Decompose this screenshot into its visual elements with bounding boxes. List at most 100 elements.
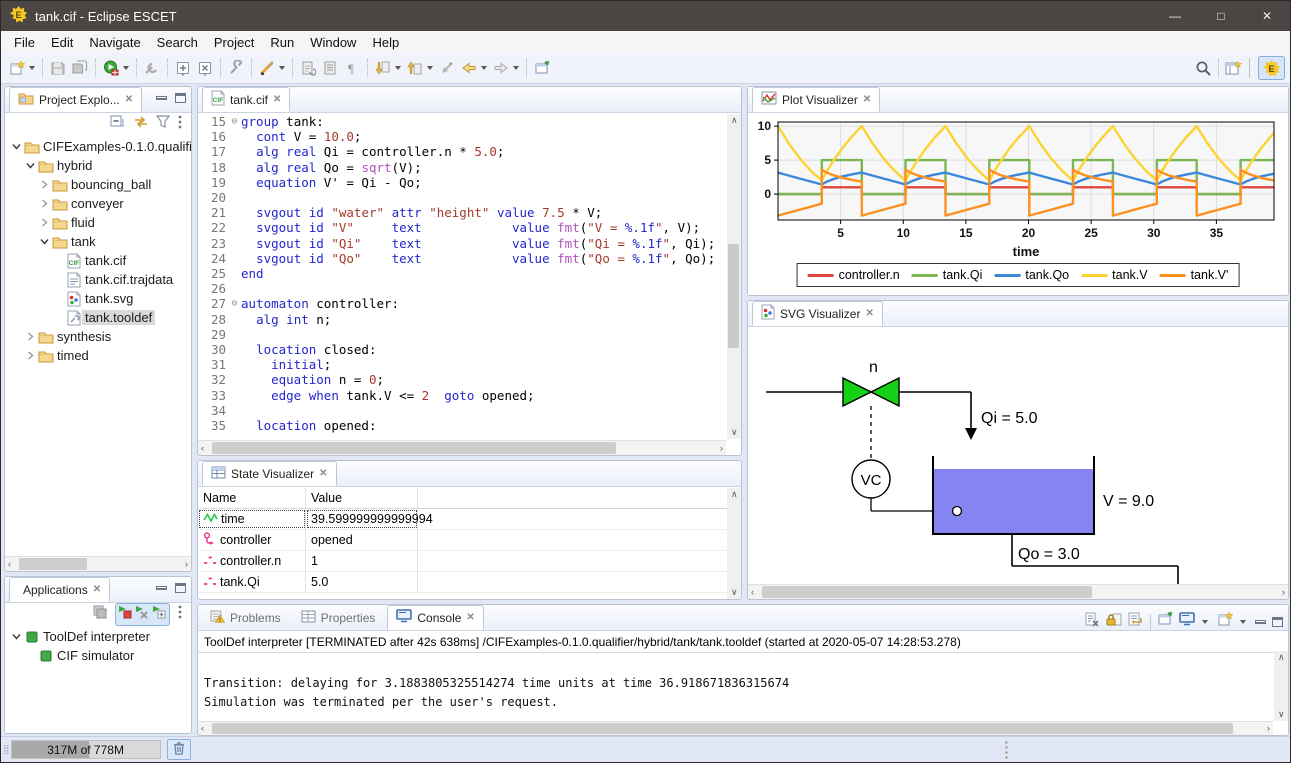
code-line-31[interactable]: 31 initial; xyxy=(198,357,726,372)
chevron-collapsed-icon[interactable] xyxy=(37,199,51,208)
code-line-19[interactable]: 19 equation V' = Qi - Qo; xyxy=(198,175,726,190)
open-console-button[interactable] xyxy=(1217,611,1233,632)
tab-properties[interactable]: Properties xyxy=(293,605,384,630)
chevron-expanded-icon[interactable] xyxy=(23,161,37,170)
scroll-left-icon[interactable]: ‹ xyxy=(201,724,204,733)
tab-console[interactable]: Console ✕ xyxy=(387,605,483,630)
tab-svg-visualizer[interactable]: SVG Visualizer ✕ xyxy=(752,301,883,326)
word-wrap-button[interactable] xyxy=(1128,612,1144,632)
tab-editor-tank-cif[interactable]: CIF tank.cif ✕ xyxy=(202,87,290,112)
tree-item-hybrid[interactable]: hybrid xyxy=(5,156,191,175)
back-dropdown-icon[interactable] xyxy=(481,66,487,70)
chevron-collapsed-icon[interactable] xyxy=(37,218,51,227)
scroll-left-icon[interactable]: ‹ xyxy=(201,444,204,453)
project-explorer-hscrollbar[interactable]: ‹ › xyxy=(5,556,191,571)
code-line-23[interactable]: 23 svgout id "Qi" text value fmt("Qi = %… xyxy=(198,236,726,251)
scroll-down-icon[interactable]: ∨ xyxy=(1278,710,1285,719)
code-line-20[interactable]: 20 xyxy=(198,190,726,205)
table-row-tank-Qi[interactable]: tank.Qi5.0 xyxy=(198,572,727,593)
menu-window[interactable]: Window xyxy=(302,33,364,52)
close-button[interactable]: ✕ xyxy=(1244,1,1290,31)
editor-vscrollbar[interactable]: ∧ ∨ xyxy=(727,114,741,439)
clear-console-button[interactable] xyxy=(1084,612,1100,632)
menu-file[interactable]: File xyxy=(6,33,43,52)
close-icon[interactable]: ✕ xyxy=(273,94,281,105)
tree-item-cifexamples-0-1-0-qualifier[interactable]: CIFExamples-0.1.0.qualifier xyxy=(5,137,191,156)
maximize-view-icon[interactable] xyxy=(175,93,186,103)
chevron-collapsed-icon[interactable] xyxy=(23,332,37,341)
code-line-26[interactable]: 26 xyxy=(198,281,726,296)
tree-item-bouncing-ball[interactable]: bouncing_ball xyxy=(5,175,191,194)
scroll-right-icon[interactable]: › xyxy=(1267,724,1270,733)
code-line-29[interactable]: 29 xyxy=(198,327,726,342)
close-icon[interactable]: ✕ xyxy=(466,612,474,623)
code-line-22[interactable]: 22 svgout id "V" text value fmt("V = %.1… xyxy=(198,220,726,235)
close-icon[interactable]: ✕ xyxy=(863,94,871,105)
scroll-right-icon[interactable]: › xyxy=(1282,588,1285,597)
scroll-right-icon[interactable]: › xyxy=(185,560,188,569)
view-menu-icon[interactable] xyxy=(177,115,183,134)
status-drag-dots[interactable]: ▪▪▪▪ xyxy=(1005,740,1008,760)
code-line-24[interactable]: 24 svgout id "Qo" text value fmt("Qo = %… xyxy=(198,251,726,266)
forward-button[interactable] xyxy=(490,56,512,80)
prev-annotation-button[interactable] xyxy=(404,56,426,80)
scroll-thumb[interactable] xyxy=(19,558,87,570)
tab-project-explorer[interactable]: Project Explo... ✕ xyxy=(9,87,142,112)
console-vscrollbar[interactable]: ∧ ∨ xyxy=(1274,651,1288,721)
wrench-button[interactable] xyxy=(225,56,247,80)
open-console-dropdown-icon[interactable] xyxy=(1240,620,1246,624)
new-wizard-button[interactable] xyxy=(6,56,28,80)
link-with-editor-button[interactable] xyxy=(133,115,149,134)
run-garbage-collector-button[interactable] xyxy=(167,739,191,760)
console-output[interactable]: Transition: delaying for 3.1883805325514… xyxy=(198,653,1288,714)
search-icon[interactable] xyxy=(1192,56,1214,80)
scroll-thumb[interactable] xyxy=(762,586,1092,598)
terminate-all-button[interactable] xyxy=(93,605,108,624)
collapse-all-button[interactable] xyxy=(110,115,126,134)
column-header-value[interactable]: Value xyxy=(306,488,418,508)
pin-console-button[interactable] xyxy=(1157,611,1173,632)
code-line-17[interactable]: 17 alg real Qi = controller.n * 5.0; xyxy=(198,144,726,159)
code-line-16[interactable]: 16 cont V = 10.0; xyxy=(198,129,726,144)
menu-help[interactable]: Help xyxy=(364,33,407,52)
tree-item-tank-cif[interactable]: CIFtank.cif xyxy=(5,251,191,270)
escet-perspective-button[interactable]: E xyxy=(1258,56,1285,80)
minimize-view-icon[interactable] xyxy=(1255,620,1266,624)
scroll-down-icon[interactable]: ∨ xyxy=(731,588,738,597)
scroll-thumb[interactable] xyxy=(212,442,616,454)
column-header-name[interactable]: Name xyxy=(198,488,306,508)
maximize-button[interactable]: □ xyxy=(1198,1,1244,31)
scroll-thumb[interactable] xyxy=(728,244,739,348)
menu-run[interactable]: Run xyxy=(262,33,302,52)
run-dropdown-icon[interactable] xyxy=(123,66,129,70)
tab-problems[interactable]: ! Problems xyxy=(202,605,289,630)
filter-button[interactable] xyxy=(156,115,170,133)
forward-dropdown-icon[interactable] xyxy=(513,66,519,70)
code-line-35[interactable]: 35 location opened: xyxy=(198,418,726,433)
scroll-right-icon[interactable]: › xyxy=(720,444,723,453)
scroll-left-icon[interactable]: ‹ xyxy=(751,588,754,597)
tree-item-tooldef-interpreter[interactable]: ToolDef interpreter xyxy=(5,627,191,646)
tab-plot-visualizer[interactable]: Plot Visualizer ✕ xyxy=(752,87,880,112)
tree-item-tank-svg[interactable]: tank.svg xyxy=(5,289,191,308)
menu-search[interactable]: Search xyxy=(149,33,206,52)
tree-item-tank-cif-trajdata[interactable]: tank.cif.trajdata xyxy=(5,270,191,289)
display-console-dropdown-icon[interactable] xyxy=(1202,620,1208,624)
code-line-30[interactable]: 30 location closed: xyxy=(198,342,726,357)
maximize-view-icon[interactable] xyxy=(175,583,186,593)
scroll-thumb[interactable] xyxy=(212,723,1233,734)
table-row-time[interactable]: time39.599999999999994 xyxy=(198,509,727,530)
maximize-view-icon[interactable] xyxy=(1272,617,1283,627)
code-line-32[interactable]: 32 equation n = 0; xyxy=(198,372,726,387)
code-line-28[interactable]: 28 alg int n; xyxy=(198,312,726,327)
tab-applications[interactable]: Applications ✕ xyxy=(9,577,110,602)
minimize-button[interactable]: — xyxy=(1152,1,1198,31)
tree-item-tank-tooldef[interactable]: tank.tooldef xyxy=(5,308,191,327)
scroll-up-icon[interactable]: ∧ xyxy=(731,116,738,125)
prev-annotation-dropdown-icon[interactable] xyxy=(427,66,433,70)
highlighter-button[interactable] xyxy=(256,56,278,80)
highlighter-dropdown-icon[interactable] xyxy=(279,66,285,70)
code-line-18[interactable]: 18 alg real Qo = sqrt(V); xyxy=(198,160,726,175)
scroll-left-icon[interactable]: ‹ xyxy=(8,560,11,569)
new-dropdown-icon[interactable] xyxy=(29,66,35,70)
